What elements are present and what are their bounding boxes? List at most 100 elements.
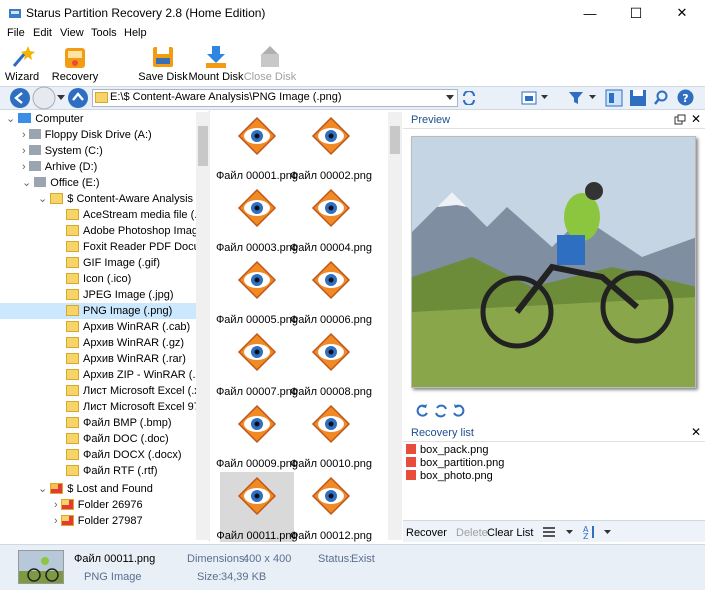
- png-file-icon: [237, 332, 277, 372]
- menu-file[interactable]: File: [7, 27, 25, 39]
- file-item[interactable]: Файл 00012.png: [290, 472, 372, 542]
- files-scrollbar[interactable]: [388, 112, 402, 540]
- file-item[interactable]: Файл 00011.png: [216, 472, 298, 542]
- tree-folder[interactable]: Архив WinRAR (.cab): [66, 319, 190, 335]
- tree-item-lost-found[interactable]: ⌄ $ Lost and Found: [38, 481, 153, 497]
- size-value: 34,39 KB: [221, 571, 267, 583]
- sort-dropdown-icon[interactable]: [604, 530, 611, 535]
- rotate-right-icon[interactable]: [452, 404, 466, 418]
- close-disk-icon: [261, 46, 279, 67]
- maximize-button[interactable]: ☐: [613, 0, 659, 26]
- close-button[interactable]: ✕: [659, 0, 705, 26]
- png-file-icon: [311, 404, 351, 444]
- file-item[interactable]: Файл 00004.png: [290, 184, 372, 254]
- sort-icon[interactable]: AZ: [582, 524, 596, 540]
- computer-icon: [18, 113, 32, 123]
- list-view-dropdown-icon[interactable]: [566, 530, 573, 535]
- save-icon[interactable]: [629, 89, 647, 107]
- wand-icon: [12, 46, 35, 67]
- menu-view[interactable]: View: [60, 27, 84, 39]
- view-dropdown-icon[interactable]: [541, 95, 548, 100]
- preview-title: Preview: [403, 111, 705, 129]
- delete-button[interactable]: Delete: [456, 527, 488, 539]
- drive-icon: [28, 129, 41, 139]
- file-item[interactable]: Файл 00002.png: [290, 112, 372, 182]
- preview-close-icon[interactable]: ✕: [691, 112, 701, 126]
- recover-button[interactable]: Recover: [406, 527, 447, 539]
- lost-folder-icon: [50, 483, 64, 494]
- tree-item-content-aware[interactable]: ⌄ $ Content-Aware Analysis: [38, 191, 193, 207]
- list-item[interactable]: box_photo.png: [406, 470, 504, 483]
- folder-icon: [66, 417, 79, 428]
- view-mode-icon[interactable]: [521, 91, 537, 105]
- list-item[interactable]: box_pack.png: [406, 444, 504, 457]
- file-item[interactable]: Файл 00010.png: [290, 400, 372, 470]
- history-dropdown-icon[interactable]: [57, 95, 65, 101]
- tree-folder[interactable]: AceStream media file (.mp: [66, 207, 209, 223]
- tree-folder[interactable]: Файл DOC (.doc): [66, 431, 169, 447]
- file-item[interactable]: Файл 00007.png: [216, 328, 298, 398]
- tree-item-drive-a[interactable]: › Floppy Disk Drive (A:): [22, 127, 152, 143]
- file-item[interactable]: Файл 00005.png: [216, 256, 298, 326]
- files-scroll-thumb[interactable]: [390, 126, 400, 154]
- close-disk-button[interactable]: Close Disk: [240, 44, 300, 84]
- tree-scrollbar[interactable]: [196, 112, 210, 540]
- tree-folder[interactable]: Архив ZIP - WinRAR (.zip): [66, 367, 209, 383]
- tree-folder[interactable]: Архив WinRAR (.gz): [66, 335, 184, 351]
- tree-folder[interactable]: Файл DOCX (.docx): [66, 447, 182, 463]
- back-icon[interactable]: [9, 87, 31, 109]
- tree-item-lost-folder[interactable]: › Folder 27987: [54, 513, 143, 529]
- file-item[interactable]: Файл 00001.png: [216, 112, 298, 182]
- file-item[interactable]: Файл 00009.png: [216, 400, 298, 470]
- menu-help[interactable]: Help: [124, 27, 147, 39]
- up-icon[interactable]: [67, 87, 89, 109]
- clear-list-button[interactable]: Clear List: [487, 527, 533, 539]
- filter-dropdown-icon[interactable]: [589, 95, 596, 100]
- mount-disk-button[interactable]: Mount Disk: [186, 44, 246, 84]
- minimize-button[interactable]: —: [567, 0, 613, 26]
- file-item[interactable]: Файл 00008.png: [290, 328, 372, 398]
- menu-edit[interactable]: Edit: [33, 27, 52, 39]
- tree-item-drive-c[interactable]: › System (C:): [22, 143, 103, 159]
- file-item[interactable]: Файл 00006.png: [290, 256, 372, 326]
- tree-folder[interactable]: Архив WinRAR (.rar): [66, 351, 186, 367]
- search-icon[interactable]: [653, 90, 669, 106]
- menu-tools[interactable]: Tools: [91, 27, 117, 39]
- list-item[interactable]: box_partition.png: [406, 457, 504, 470]
- filter-icon[interactable]: [568, 90, 584, 106]
- tree-folder[interactable]: Файл BMP (.bmp): [66, 415, 172, 431]
- undock-icon[interactable]: [674, 114, 686, 125]
- tree-folder[interactable]: Файл RTF (.rtf): [66, 463, 158, 479]
- rotate-left-icon[interactable]: [415, 404, 429, 418]
- tree-scroll-thumb[interactable]: [198, 126, 208, 166]
- rotate-icon[interactable]: [434, 404, 448, 418]
- help-icon[interactable]: ?: [677, 89, 694, 106]
- tree-item-drive-e[interactable]: ⌄ Office (E:): [22, 175, 100, 191]
- file-item[interactable]: Файл 00003.png: [216, 184, 298, 254]
- folder-icon: [66, 209, 79, 220]
- tree-folder[interactable]: Icon (.ico): [66, 271, 131, 287]
- tree-folder[interactable]: Adobe Photoshop Image.1: [66, 223, 209, 239]
- save-disk-icon: [153, 47, 173, 67]
- tree-folder[interactable]: Лист Microsoft Excel 97-20: [66, 399, 209, 415]
- preview-toggle-icon[interactable]: [605, 89, 623, 107]
- address-dropdown-icon[interactable]: [446, 95, 454, 101]
- recovery-button[interactable]: Recovery: [45, 44, 105, 84]
- tree-item-computer[interactable]: ⌄ Computer: [6, 111, 84, 127]
- tree-folder[interactable]: Foxit Reader PDF Documer: [66, 239, 209, 255]
- lost-folder-icon: [60, 499, 74, 510]
- forward-icon[interactable]: [32, 86, 56, 110]
- tree-item-lost-folder[interactable]: › Folder 26976: [54, 497, 143, 513]
- mount-disk-icon: [206, 46, 226, 68]
- refresh-icon[interactable]: [462, 91, 476, 105]
- tree-item-drive-d[interactable]: › Arhive (D:): [22, 159, 97, 175]
- tree-folder[interactable]: JPEG Image (.jpg): [66, 287, 173, 303]
- list-view-icon[interactable]: [542, 525, 556, 539]
- tree-folder[interactable]: Лист Microsoft Excel (.xlsx): [66, 383, 209, 399]
- status-filename: Файл 00011.png: [74, 553, 156, 565]
- save-disk-button[interactable]: Save Disk: [133, 44, 193, 84]
- tree-folder[interactable]: GIF Image (.gif): [66, 255, 160, 271]
- tree-folder-selected[interactable]: PNG Image (.png): [0, 303, 196, 319]
- folder-icon: [66, 401, 79, 412]
- recovery-list-close-icon[interactable]: ✕: [691, 425, 701, 439]
